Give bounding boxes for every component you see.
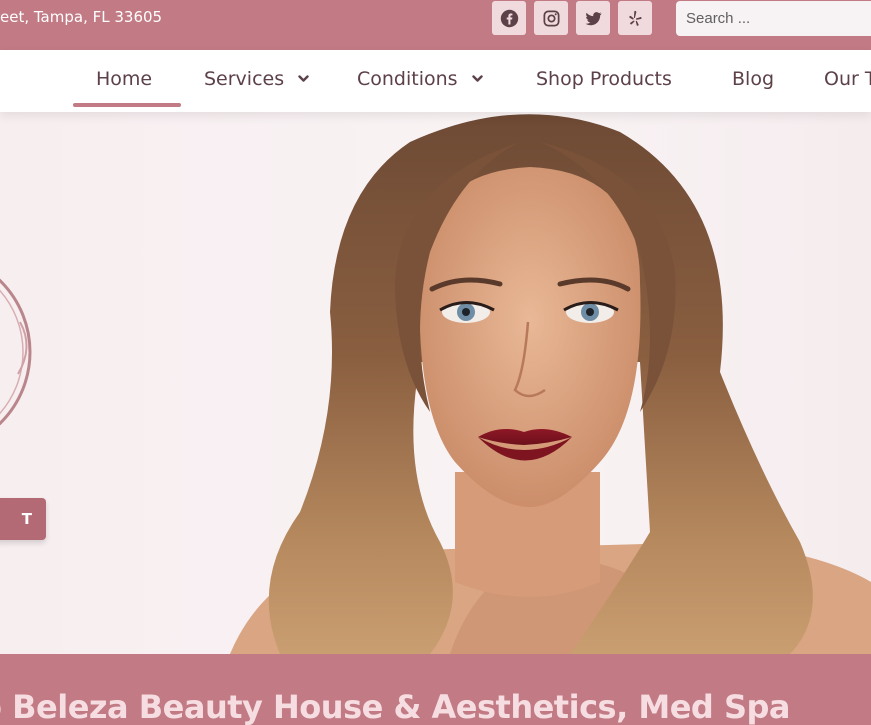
nav-item-label: Services <box>204 68 285 90</box>
welcome-heading: o Beleza Beauty House & Aesthetics, Med … <box>0 688 791 725</box>
yelp-link[interactable] <box>618 1 652 35</box>
nav-item-conditions[interactable]: Conditions <box>357 68 483 90</box>
nav-item-services[interactable]: Services <box>204 68 309 90</box>
main-nav: Home Services Conditions Shop Products B… <box>0 50 871 112</box>
twitter-link[interactable] <box>576 1 610 35</box>
yelp-icon <box>628 10 642 26</box>
nav-item-label: Home <box>96 68 153 90</box>
nav-item-label: Conditions <box>357 68 458 90</box>
nav-item-home[interactable]: Home <box>96 68 152 90</box>
welcome-banner: o Beleza Beauty House & Aesthetics, Med … <box>0 654 871 725</box>
nav-item-shop-products[interactable]: Shop Products <box>536 68 672 90</box>
hero-section: T <box>0 112 871 654</box>
search-input[interactable] <box>676 1 871 36</box>
nav-item-our-team[interactable]: Our T <box>824 68 871 90</box>
nav-item-label: Blog <box>732 68 774 90</box>
chevron-down-icon <box>298 75 309 82</box>
twitter-icon <box>585 11 602 25</box>
active-nav-indicator <box>73 103 181 107</box>
nav-item-blog[interactable]: Blog <box>732 68 774 90</box>
top-bar: eet, Tampa, FL 33605 <box>0 0 871 50</box>
facebook-link[interactable] <box>492 1 526 35</box>
nav-item-label: Our T <box>824 68 871 90</box>
facebook-icon <box>500 9 518 27</box>
instagram-link[interactable] <box>534 1 568 35</box>
instagram-icon <box>543 10 559 26</box>
hero-image <box>0 114 871 654</box>
cta-label: T <box>21 510 32 528</box>
address-text: eet, Tampa, FL 33605 <box>0 8 163 26</box>
book-appointment-button[interactable]: T <box>0 498 46 540</box>
nav-item-label: Shop Products <box>536 68 672 90</box>
logo-emblem <box>0 278 32 426</box>
chevron-down-icon <box>471 75 483 82</box>
